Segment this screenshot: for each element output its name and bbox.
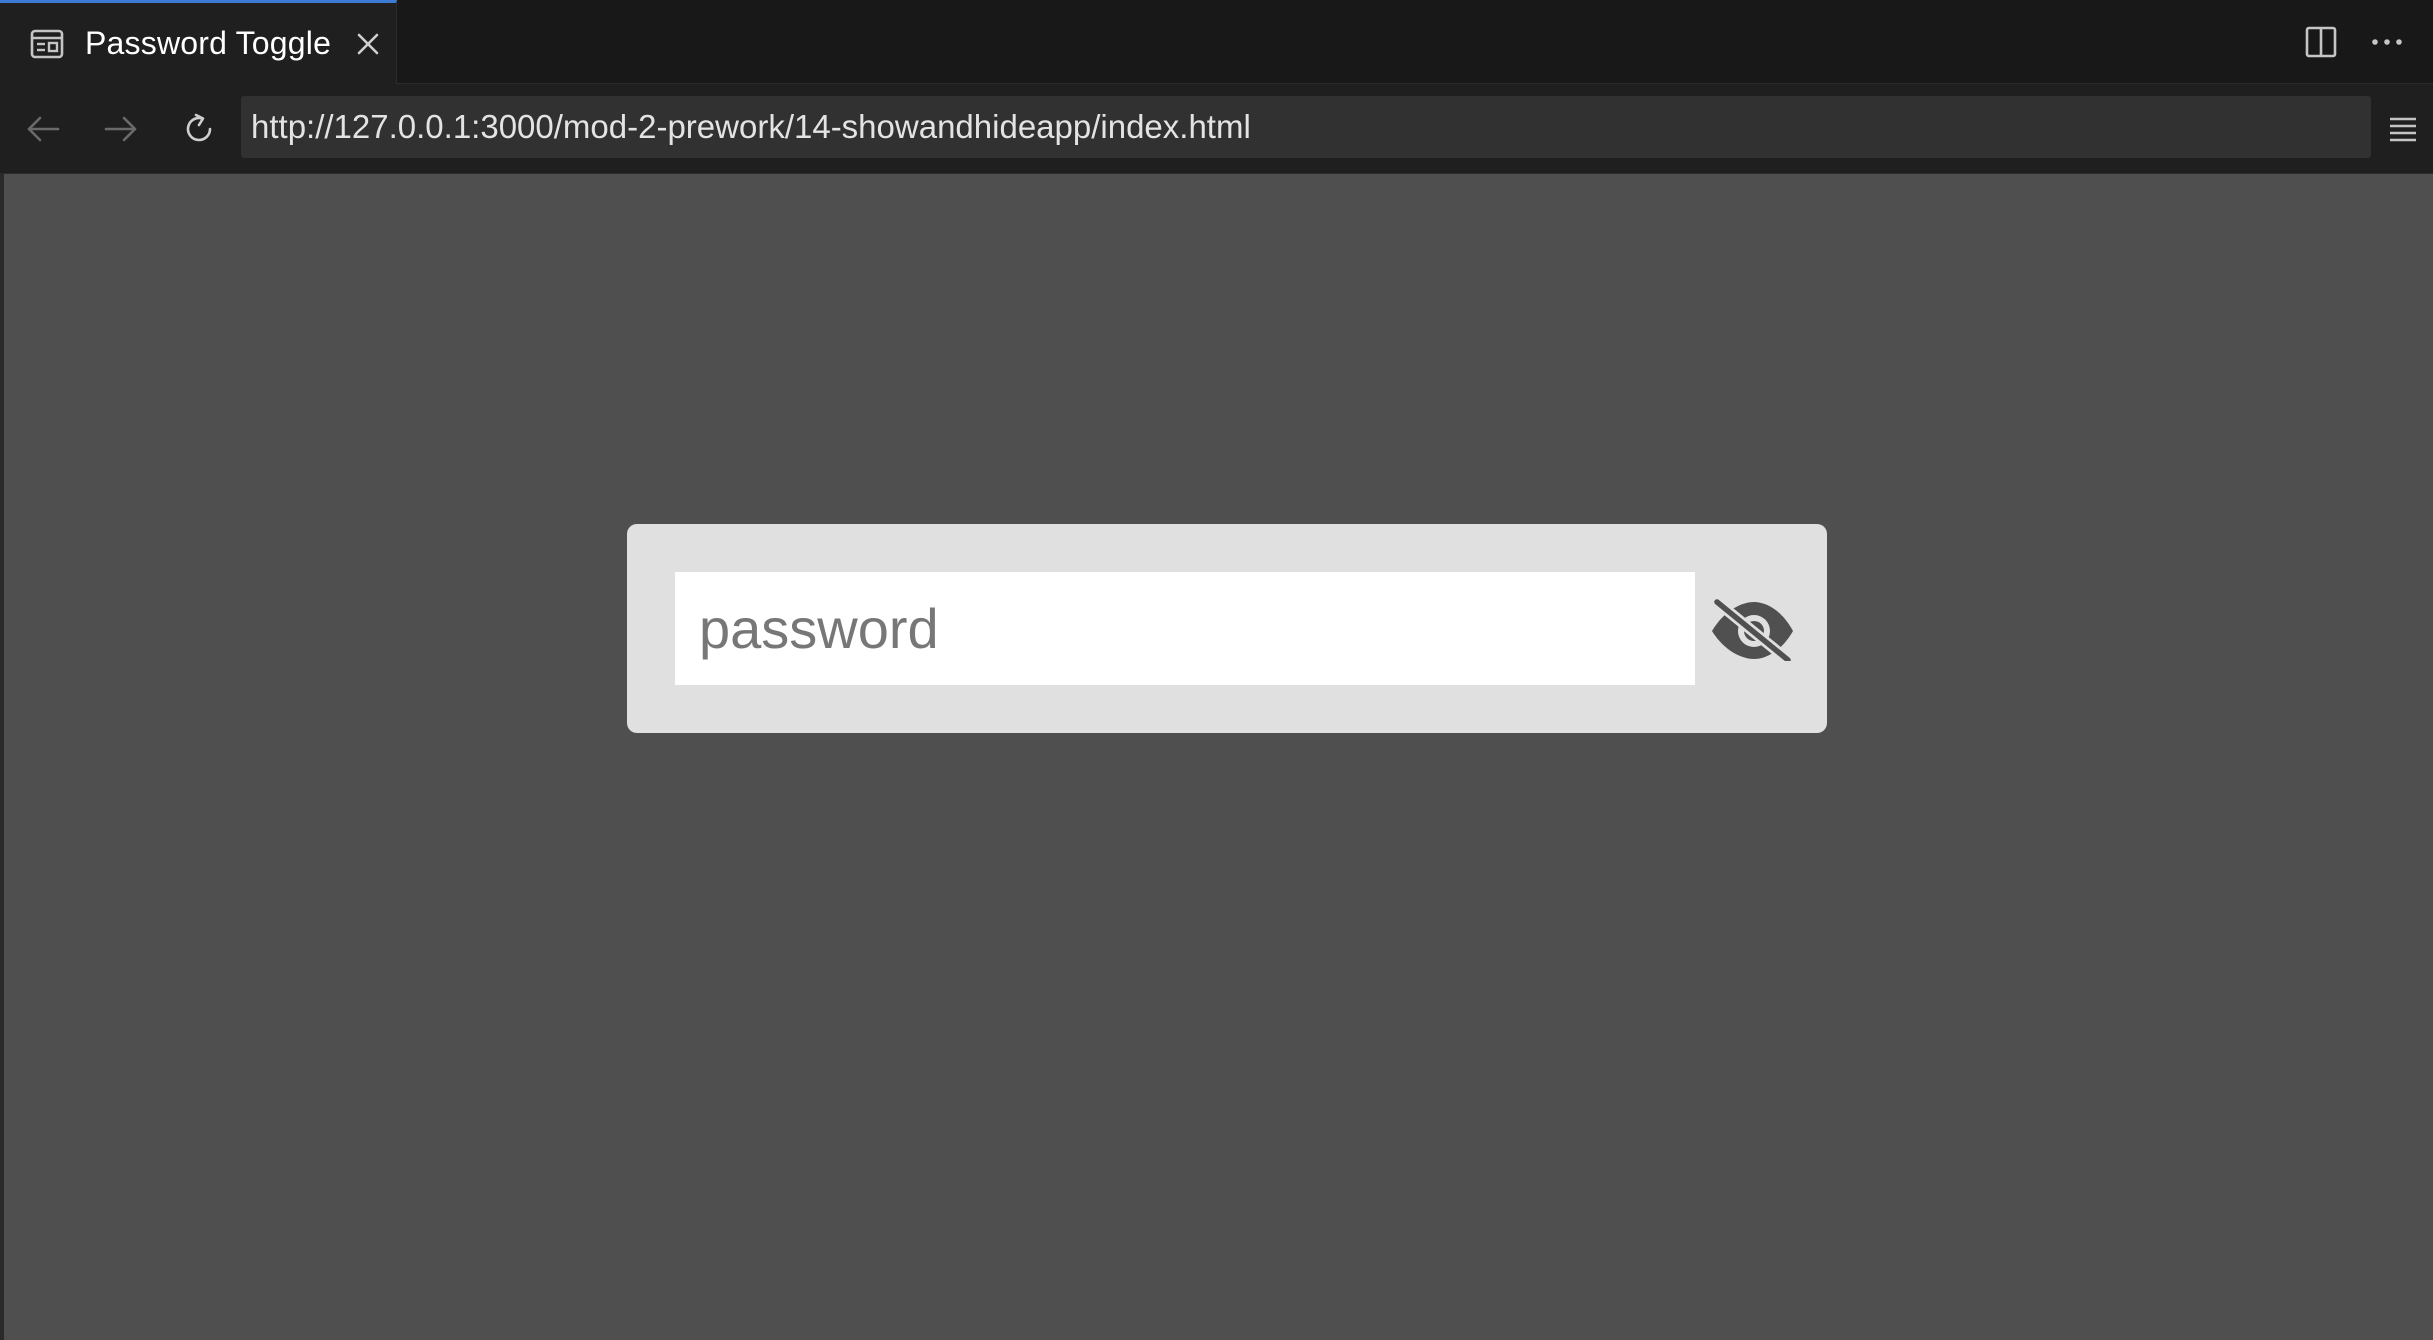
- address-bar[interactable]: http://127.0.0.1:3000/mod-2-prework/14-s…: [241, 96, 2371, 158]
- close-icon[interactable]: [353, 29, 383, 59]
- arrow-left-icon[interactable]: [20, 106, 66, 152]
- split-editor-icon[interactable]: [2303, 24, 2339, 60]
- tab-bar-actions: [2303, 0, 2405, 84]
- password-input[interactable]: [675, 572, 1695, 685]
- password-card: [627, 524, 1827, 733]
- eye-slash-icon[interactable]: [1695, 572, 1809, 685]
- browser-window: Password Toggle http://127.0.0.1:3000/mo…: [0, 0, 2433, 1340]
- arrow-right-icon[interactable]: [98, 106, 144, 152]
- url-text: http://127.0.0.1:3000/mod-2-prework/14-s…: [251, 108, 1251, 145]
- tab-title: Password Toggle: [85, 25, 332, 61]
- tab-password-toggle[interactable]: Password Toggle: [0, 0, 397, 84]
- page-viewport: [4, 174, 2433, 1340]
- navigation-bar: http://127.0.0.1:3000/mod-2-prework/14-s…: [0, 84, 2433, 174]
- preview-icon: [30, 29, 64, 59]
- more-actions-icon[interactable]: [2369, 24, 2405, 60]
- hamburger-menu-icon[interactable]: [2381, 106, 2425, 152]
- tab-bar: Password Toggle: [0, 0, 2433, 84]
- refresh-icon[interactable]: [177, 106, 223, 152]
